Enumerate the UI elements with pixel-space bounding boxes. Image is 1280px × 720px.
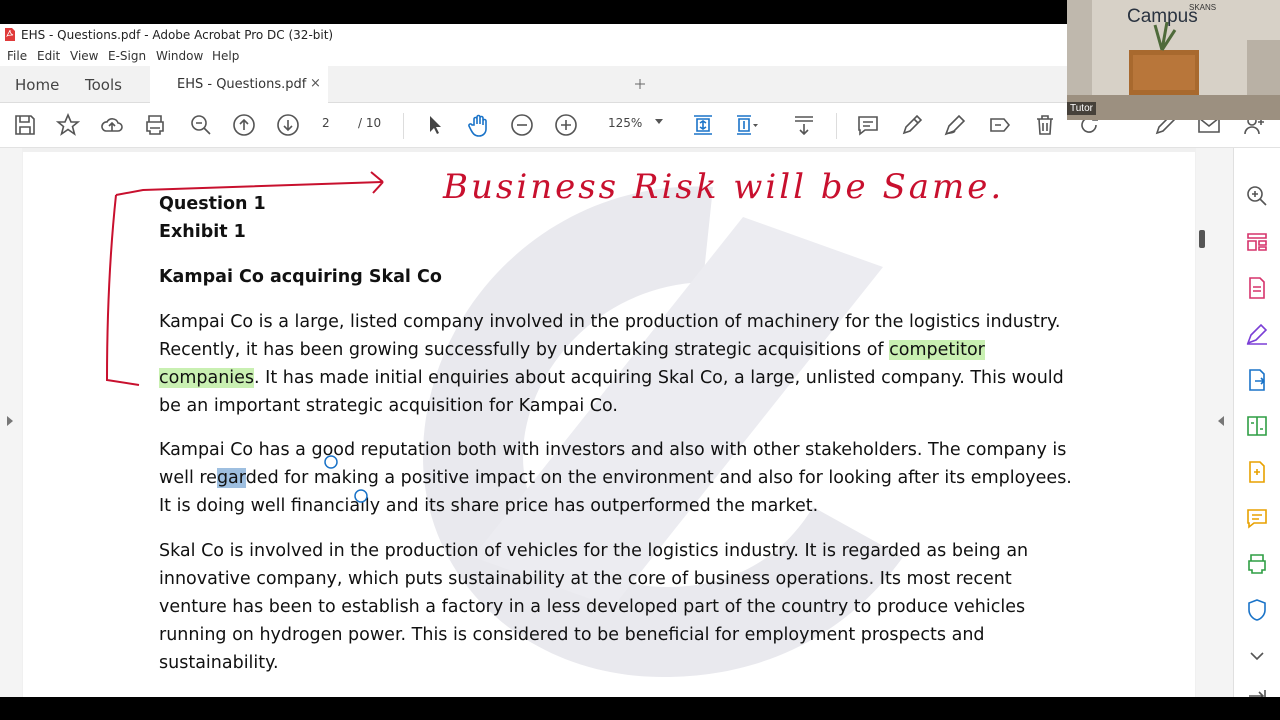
- menu-esign[interactable]: E-Sign: [108, 49, 146, 63]
- page-up-icon[interactable]: [232, 113, 256, 137]
- zoom-level[interactable]: 125%: [608, 116, 642, 130]
- download-icon[interactable]: [792, 113, 816, 137]
- more-tools-chevron-icon[interactable]: [1245, 644, 1269, 668]
- paragraph-3: Skal Co is involved in the production of…: [159, 541, 1029, 673]
- question-title: Question 1: [159, 194, 266, 214]
- organize-pages-icon[interactable]: [1245, 230, 1269, 254]
- compress-icon[interactable]: [1245, 414, 1269, 438]
- page-down-icon[interactable]: [276, 113, 300, 137]
- screen-bottom-bar: [0, 697, 1280, 720]
- select-cursor-icon[interactable]: [423, 113, 447, 137]
- tutor-label: Tutor: [1067, 102, 1096, 115]
- menu-edit[interactable]: Edit: [37, 49, 60, 63]
- scroll-mode-icon[interactable]: [735, 113, 759, 137]
- window-title: EHS - Questions.pdf - Adobe Acrobat Pro …: [21, 28, 334, 42]
- combine-files-icon[interactable]: [1245, 460, 1269, 484]
- paragraph-2-text-b: ded for making a positive impact on the …: [159, 468, 1072, 516]
- search-icon[interactable]: [1245, 184, 1269, 208]
- print-production-icon[interactable]: [1245, 552, 1269, 576]
- tutor-webcam: Campus SKANS Tutor: [1067, 0, 1280, 120]
- toolbar-divider: [403, 113, 404, 139]
- upload-icon[interactable]: [100, 113, 124, 137]
- scrollbar-thumb[interactable]: [1199, 230, 1205, 248]
- campus-brand-top: SKANS: [1189, 3, 1217, 12]
- section-heading: Kampai Co acquiring Skal Co: [159, 267, 442, 287]
- pdf-page[interactable]: Question 1 Exhibit 1 Kampai Co acquiring…: [23, 152, 1195, 697]
- acrobat-window: EHS - Questions.pdf - Adobe Acrobat Pro …: [0, 24, 1280, 697]
- paragraph-1-text-b: . It has made initial enquiries about ac…: [159, 368, 1064, 416]
- tools-right-panel: [1233, 148, 1280, 697]
- zoom-dropdown-chevron-icon[interactable]: [655, 119, 663, 124]
- exhibit-title: Exhibit 1: [159, 222, 246, 242]
- export-pdf-icon[interactable]: [1245, 368, 1269, 392]
- toolbar-divider: [836, 113, 837, 139]
- close-tab-icon[interactable]: ×: [310, 76, 321, 91]
- print-icon[interactable]: [143, 113, 167, 137]
- left-pane-collapsed[interactable]: [0, 148, 22, 697]
- collapse-right-pane-icon[interactable]: [1218, 416, 1224, 426]
- fit-page-icon[interactable]: [691, 113, 715, 137]
- fill-sign-icon[interactable]: [1245, 322, 1269, 346]
- vertical-scrollbar[interactable]: [1196, 148, 1210, 697]
- page-total: / 10: [358, 116, 382, 130]
- menu-view[interactable]: View: [70, 49, 98, 63]
- handwritten-note: Business Risk will be Same.: [442, 167, 1004, 207]
- move-handle-icon[interactable]: [635, 79, 645, 89]
- comment-tool-icon[interactable]: [1245, 506, 1269, 530]
- collapse-panel-icon[interactable]: [1245, 684, 1269, 697]
- hand-tool-icon[interactable]: [467, 113, 491, 137]
- menu-window[interactable]: Window: [156, 49, 203, 63]
- tab-home[interactable]: Home: [15, 76, 59, 94]
- redact-icon[interactable]: [988, 113, 1012, 137]
- delete-icon[interactable]: [1033, 113, 1057, 137]
- save-icon[interactable]: [13, 113, 37, 137]
- paragraph-2: Kampai Co has a good reputation both wit…: [159, 436, 1079, 520]
- menu-help[interactable]: Help: [212, 49, 239, 63]
- search-zoom-icon[interactable]: [189, 113, 213, 137]
- comment-icon[interactable]: [856, 113, 880, 137]
- pdf-file-icon: [5, 28, 15, 41]
- protect-shield-icon[interactable]: [1245, 598, 1269, 622]
- tab-document-label: EHS - Questions.pdf: [177, 77, 307, 92]
- highlight-pen-icon[interactable]: [900, 113, 924, 137]
- zoom-out-icon[interactable]: [510, 113, 534, 137]
- document-area: Question 1 Exhibit 1 Kampai Co acquiring…: [0, 148, 1233, 697]
- tab-tools[interactable]: Tools: [85, 76, 122, 94]
- campus-brand-logo: Campus: [1127, 6, 1198, 27]
- text-selection[interactable]: gar: [216, 468, 246, 488]
- paragraph-1: Kampai Co is a large, listed company inv…: [159, 308, 1079, 420]
- page-number-input[interactable]: 2: [322, 116, 330, 130]
- zoom-in-icon[interactable]: [554, 113, 578, 137]
- sign-icon[interactable]: [943, 113, 967, 137]
- menu-file[interactable]: File: [7, 49, 27, 63]
- expand-left-pane-icon[interactable]: [7, 416, 13, 426]
- right-pane-toggle[interactable]: [1210, 148, 1233, 697]
- create-pdf-icon[interactable]: [1245, 276, 1269, 300]
- bookmark-star-icon[interactable]: [55, 112, 81, 137]
- tab-document[interactable]: EHS - Questions.pdf ×: [150, 66, 328, 103]
